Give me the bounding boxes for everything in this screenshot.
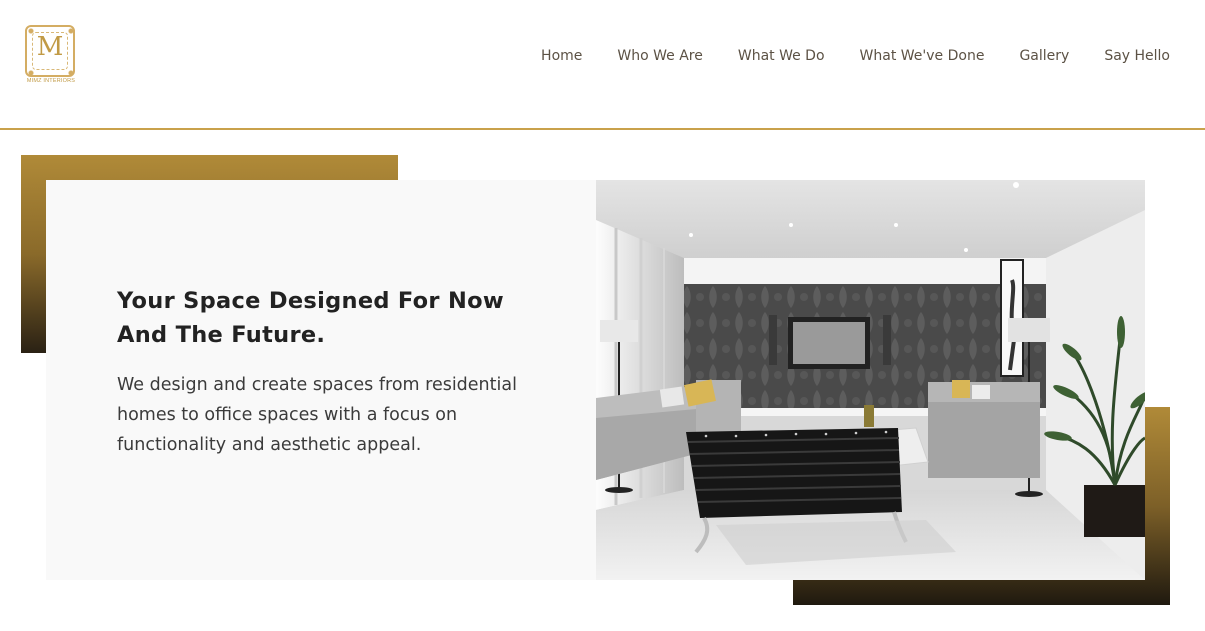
main-navigation: Home Who We Are What We Do What We've Do… bbox=[541, 44, 1170, 68]
nav-home[interactable]: Home bbox=[541, 44, 582, 68]
nav-who-we-are[interactable]: Who We Are bbox=[617, 44, 702, 68]
nav-what-weve-done[interactable]: What We've Done bbox=[860, 44, 985, 68]
logo-wordmark: MIMZ INTERIORS bbox=[26, 78, 76, 84]
brand-logo[interactable]: M MIMZ INTERIORS bbox=[23, 23, 81, 87]
nav-what-we-do[interactable]: What We Do bbox=[738, 44, 825, 68]
logo-monogram: M bbox=[36, 32, 64, 62]
hero-headline: Your Space Designed For Now And The Futu… bbox=[117, 288, 504, 348]
hero-text-card: Your Space Designed For Now And The Futu… bbox=[46, 180, 596, 580]
hero-description: We design and create spaces from residen… bbox=[117, 375, 517, 455]
nav-say-hello[interactable]: Say Hello bbox=[1104, 44, 1170, 68]
site-header: M MIMZ INTERIORS Home Who We Are What We… bbox=[0, 0, 1205, 130]
living-room-photo bbox=[596, 180, 1145, 580]
nav-gallery[interactable]: Gallery bbox=[1019, 44, 1069, 68]
